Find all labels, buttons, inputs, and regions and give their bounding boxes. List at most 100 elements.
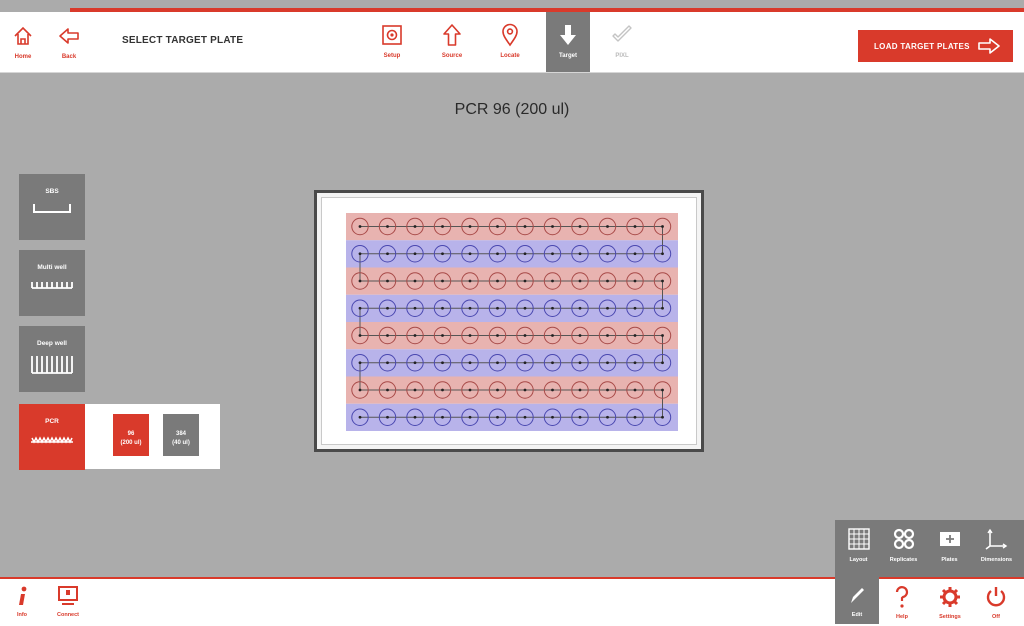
well-center-dot	[358, 388, 362, 392]
pcr-96-line1: 96	[127, 431, 135, 437]
plates-tool-label: Plates	[941, 557, 958, 563]
connect-button[interactable]: Connect	[46, 579, 90, 626]
well-center-dot	[496, 415, 499, 419]
well-center-dot	[606, 252, 609, 256]
deep-well-icon	[31, 356, 73, 374]
grid-icon	[847, 528, 870, 550]
well-center-dot	[468, 225, 472, 228]
plates-tool[interactable]: Plates	[926, 520, 973, 577]
gear-icon	[940, 587, 960, 607]
plate-type-sbs-label: SBS	[45, 188, 59, 195]
well-center-dot	[468, 306, 472, 310]
step-setup-label: Setup	[383, 53, 401, 59]
well-center-dot	[606, 415, 609, 419]
well-center-dot	[551, 388, 554, 392]
well-center-dot	[441, 361, 444, 365]
well-center-dot	[358, 279, 362, 283]
replicates-tool[interactable]: Replicates	[880, 520, 927, 577]
well-center-dot	[661, 334, 664, 337]
well-center-dot	[468, 388, 472, 392]
well-center-dot	[496, 388, 499, 392]
well-center-dot	[578, 252, 582, 256]
well-center-dot	[633, 415, 637, 419]
well-center-dot	[551, 225, 554, 228]
well-center-dot	[578, 361, 582, 365]
well-center-dot	[551, 361, 554, 365]
well-center-dot	[661, 388, 664, 392]
help-button[interactable]: Help	[880, 579, 924, 626]
edit-label: Edit	[851, 612, 863, 618]
well-center-dot	[358, 225, 362, 228]
plate-type-deep-well[interactable]: Deep well	[19, 326, 85, 392]
pcr-384-option[interactable]: 384 (40 ul)	[163, 414, 199, 456]
load-target-plates-button[interactable]: LOAD TARGET PLATES	[858, 30, 1013, 62]
plate-inner-border	[321, 197, 697, 445]
arrow-right-icon	[978, 38, 1000, 54]
well-center-dot	[386, 334, 389, 337]
plates-icon	[939, 532, 960, 546]
well-center-dot	[386, 361, 389, 365]
well-center-dot	[468, 279, 472, 283]
well-center-dot	[551, 415, 554, 419]
pcr-plate-icon	[31, 436, 73, 444]
well-center-dot	[468, 361, 472, 365]
home-button[interactable]: Home	[6, 12, 40, 72]
power-off-button[interactable]: Off	[974, 579, 1018, 626]
well-center-dot	[578, 306, 582, 310]
monitor-icon	[58, 586, 78, 605]
settings-button[interactable]: Settings	[928, 579, 972, 626]
arrow-up-icon	[443, 24, 461, 46]
replicates-icon	[893, 528, 914, 550]
well-center-dot	[386, 388, 389, 392]
well-center-dot	[496, 306, 499, 310]
multi-well-icon	[31, 282, 73, 289]
step-target[interactable]: Target	[546, 12, 590, 72]
dimensions-tool[interactable]: Dimensions	[973, 520, 1020, 577]
well-center-dot	[633, 225, 637, 228]
well-center-dot	[523, 279, 527, 283]
well-center-dot	[578, 415, 582, 419]
back-label: Back	[61, 54, 77, 60]
help-icon	[895, 586, 909, 608]
header-bar: Home Back SELECT TARGET PLATE Setup Sour…	[0, 12, 1024, 73]
step-source-label: Source	[441, 53, 463, 59]
well-center-dot	[661, 361, 664, 365]
well-center-dot	[441, 252, 444, 256]
plate-frame	[314, 190, 704, 452]
well-center-dot	[606, 306, 609, 310]
step-setup[interactable]: Setup	[370, 12, 414, 72]
well-center-dot	[413, 361, 417, 365]
plate-type-pcr[interactable]: PCR	[19, 404, 85, 470]
back-button[interactable]: Back	[52, 12, 86, 72]
step-locate[interactable]: Locate	[488, 12, 532, 72]
well-center-dot	[468, 334, 472, 337]
pcr-96-line2: (200 ul)	[120, 440, 142, 446]
step-pixl[interactable]: PIXL	[600, 12, 644, 72]
well-center-dot	[413, 415, 417, 419]
well-center-dot	[468, 415, 472, 419]
layout-tool[interactable]: Layout	[835, 520, 882, 577]
well-center-dot	[606, 361, 609, 365]
step-source[interactable]: Source	[430, 12, 474, 72]
well-center-dot	[578, 225, 582, 228]
plate-type-sbs[interactable]: SBS	[19, 174, 85, 240]
well-center-dot	[386, 279, 389, 283]
well-center-dot	[413, 279, 417, 283]
info-button[interactable]: Info	[0, 579, 44, 626]
well-center-dot	[496, 225, 499, 228]
sbs-plate-icon	[33, 204, 71, 213]
info-label: Info	[16, 612, 28, 618]
well-center-dot	[358, 334, 362, 337]
step-target-label: Target	[559, 53, 577, 59]
pcr-96-option[interactable]: 96 (200 ul)	[113, 414, 149, 456]
well-center-dot	[523, 306, 527, 310]
plate-map	[346, 213, 678, 431]
well-center-dot	[523, 388, 527, 392]
well-center-dot	[413, 225, 417, 228]
well-center-dot	[358, 252, 362, 256]
well-center-dot	[661, 415, 664, 419]
page-title: SELECT TARGET PLATE	[122, 35, 244, 46]
plate-type-multi-well[interactable]: Multi well	[19, 250, 85, 316]
edit-button[interactable]: Edit	[835, 577, 879, 624]
load-target-plates-label: LOAD TARGET PLATES	[874, 42, 970, 51]
